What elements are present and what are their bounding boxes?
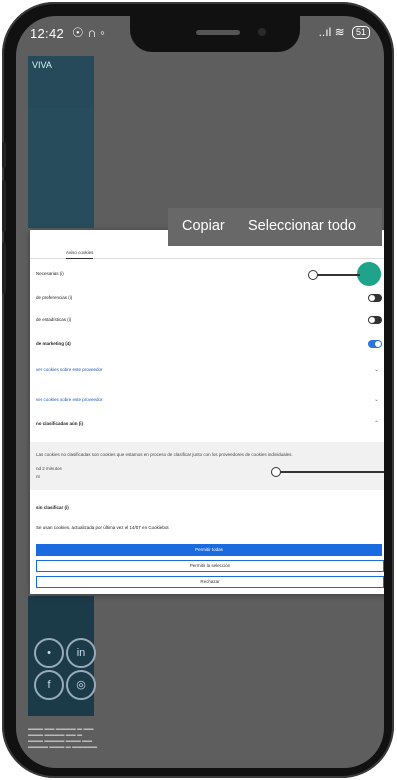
tab-about-cookies[interactable]: Aviso cookies [66, 250, 94, 259]
footer-text: ▬▬▬ ▬▬ ▬▬▬▬ ▬ ▬▬ ▬▬▬ ▬▬▬▬ ▬▬ ▬ ▬▬▬ ▬▬▬▬ … [28, 726, 98, 750]
row-label: de estadísticas (i) [36, 317, 72, 322]
cookie-row-marketing: de marketing (4) [30, 334, 384, 356]
text-selection-popup: Copiar Seleccionar todo [168, 208, 382, 246]
details-type: nt [36, 474, 40, 479]
cookie-consent-dialog: Aviso cookies Necesarias (i) de preferen… [30, 230, 384, 594]
provider-row-2[interactable]: ver cookies sobre este proveedor ⌄ [30, 390, 384, 412]
volume-down-button [2, 242, 6, 294]
provider-row-1[interactable]: ver cookies sobre este proveedor ⌄ [30, 360, 384, 382]
marketing-toggle[interactable] [368, 340, 382, 348]
unclassified-header-row[interactable]: no clasificadas aún (i) ⌃ [30, 414, 384, 436]
chevron-down-icon[interactable]: ⌄ [374, 396, 379, 403]
status-time: 12:42 [30, 26, 65, 41]
notification-icons: ☉ ∩ ◦ [72, 25, 105, 40]
chevron-up-icon[interactable]: ⌃ [374, 420, 379, 427]
linkedin-icon[interactable]: in [66, 638, 96, 668]
site-banner [28, 108, 94, 228]
details-duration: nd 2 minutos [36, 466, 62, 471]
row-label: no clasificadas aún (i) [36, 421, 84, 426]
site-logo: VIVA [28, 56, 94, 108]
row-label: de preferencias (i) [36, 295, 73, 300]
front-camera [258, 28, 266, 36]
cookie-row-statistics: de estadísticas (i) [30, 310, 384, 332]
social-icon-1[interactable]: • [34, 638, 64, 668]
selection-handle-start[interactable] [308, 270, 318, 280]
facebook-icon[interactable]: f [34, 670, 64, 700]
statistics-toggle[interactable] [368, 316, 382, 324]
footer-note-row: Se usan cookies, actualizada por última … [30, 518, 384, 540]
footer-note: Se usan cookies, actualizada por última … [36, 525, 169, 530]
selection-handle-end[interactable] [271, 467, 281, 477]
status-right-icons: ..ıl ≋ 51 [319, 25, 370, 39]
screen: VIVA • in f ◎ ▬▬▬ ▬▬ ▬▬▬▬ ▬ ▬▬ ▬▬▬ ▬▬▬▬ … [16, 16, 384, 768]
site-logo-text: VIVA [32, 60, 52, 70]
provider-link[interactable]: ver cookies sobre este proveedor [36, 397, 103, 402]
deny-button[interactable]: Rechazar [36, 576, 384, 588]
row-label: Necesarias (i) [36, 271, 64, 276]
details-description: Las cookies no clasificadas son cookies … [36, 452, 293, 457]
signal-wifi-icon: ..ıl ≋ [318, 25, 345, 39]
copy-button[interactable]: Copiar [182, 218, 225, 234]
selection-handle-teal[interactable] [357, 262, 381, 286]
battery-icon: 51 [351, 26, 370, 39]
select-all-button[interactable]: Seleccionar todo [248, 218, 356, 234]
instagram-icon[interactable]: ◎ [66, 670, 96, 700]
cookie-row-preferences: de preferencias (i) [30, 288, 384, 310]
camera-notch [130, 16, 300, 52]
volume-up-button [2, 180, 6, 232]
chevron-down-icon[interactable]: ⌄ [374, 366, 379, 373]
provider-link[interactable]: ver cookies sobre este proveedor [36, 367, 103, 372]
preferences-toggle[interactable] [368, 294, 382, 302]
selection-line-bottom [278, 471, 384, 473]
phone-frame: VIVA • in f ◎ ▬▬▬ ▬▬ ▬▬▬▬ ▬ ▬▬ ▬▬▬ ▬▬▬▬ … [2, 2, 394, 778]
selection-line-top [316, 274, 360, 276]
unclassified-row: sin clasificar (i) [30, 498, 384, 520]
row-label: sin clasificar (i) [36, 505, 69, 510]
allow-selection-button[interactable]: Permitir la selección [36, 560, 384, 572]
row-label: de marketing (4) [36, 341, 71, 346]
speaker-grill [196, 30, 240, 35]
unclassified-details: Las cookies no clasificadas son cookies … [30, 442, 384, 490]
allow-all-button[interactable]: Permitir todas [36, 544, 382, 556]
volume-button [2, 142, 6, 168]
